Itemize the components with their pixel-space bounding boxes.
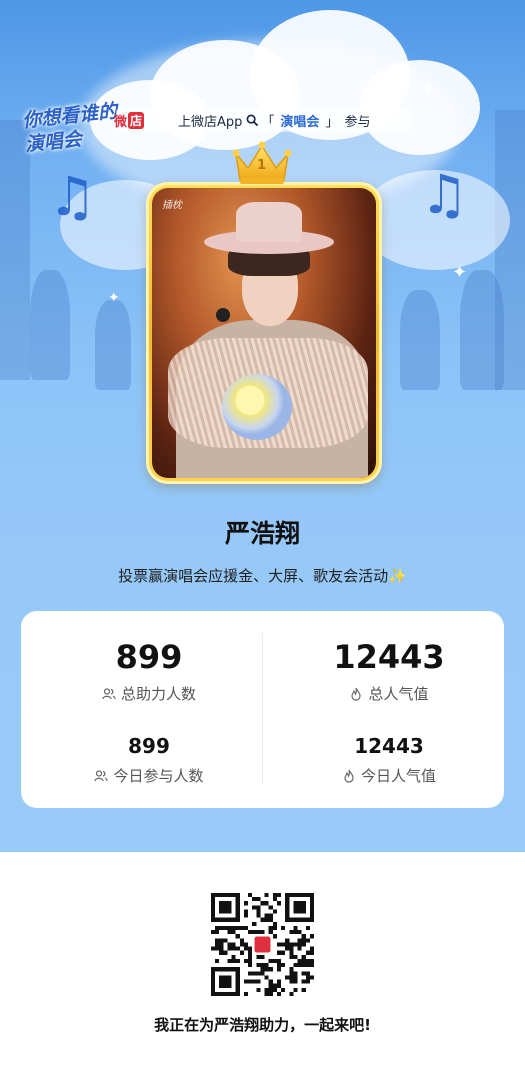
- stat-total-support-label: 总助力人数: [120, 685, 196, 703]
- stat-today-participants-label: 今日参与人数: [113, 767, 204, 785]
- photo-microphone: [216, 308, 230, 322]
- banner-keyword: 演唱会: [280, 114, 320, 130]
- banner-text: 上微店App: [178, 114, 243, 130]
- qr-code[interactable]: [211, 893, 314, 996]
- invite-text: 我正在为严浩翔助力，一起来吧!: [154, 1016, 371, 1034]
- flame-icon: [351, 687, 362, 701]
- artist-name: 严浩翔: [224, 519, 300, 548]
- banner-bracket-close: 」: [325, 114, 339, 130]
- people-icon: [94, 769, 109, 781]
- stat-total-popularity-label: 总人气值: [368, 685, 429, 703]
- event-logo: 你想看谁的演唱会: [21, 100, 119, 156]
- flame-icon: [344, 769, 354, 783]
- stats-divider: [262, 633, 263, 785]
- weidian-logo-char-2: 店: [128, 111, 145, 129]
- artist-photo-frame: 插枕: [146, 182, 382, 484]
- crown-icon: 1: [230, 140, 294, 186]
- people-icon: [102, 687, 116, 699]
- photo-flowers: [222, 374, 292, 440]
- banner-bracket-open: 「: [261, 114, 275, 130]
- stat-today-popularity-value: 12443: [354, 734, 424, 758]
- crowd-silhouette: [460, 270, 504, 390]
- stat-total-support: 899 总助力人数: [39, 637, 259, 704]
- stat-today-participants-value: 899: [128, 734, 170, 758]
- event-tagline: 投票赢演唱会应援金、大屏、歌友会活动✨: [118, 567, 407, 585]
- weidian-logo-char-1: 微: [114, 114, 128, 130]
- stat-total-popularity-value: 12443: [333, 638, 445, 676]
- stat-today-popularity: 12443 今日人气值: [279, 733, 499, 786]
- weidian-logo-icon: 微店: [114, 110, 164, 130]
- stat-total-popularity: 12443 总人气值: [279, 637, 499, 704]
- sparkle-icon: ✦: [452, 262, 468, 283]
- qr-code-image: [211, 893, 314, 996]
- music-note-icon: ♫: [420, 163, 469, 226]
- music-note-icon: ♫: [48, 165, 97, 228]
- crowd-silhouette: [30, 270, 70, 380]
- stats-card: 899 总助力人数 12443 总人气值 899 今日参与人数 12443 今日…: [21, 611, 504, 808]
- photo-hat-top: [236, 202, 302, 242]
- rank-number: 1: [257, 158, 267, 173]
- sparkle-icon: ✦: [108, 290, 120, 306]
- search-icon: [246, 114, 259, 127]
- artist-photo: 插枕: [152, 188, 376, 478]
- sparkle-icon: ✦: [420, 78, 436, 99]
- stat-total-support-value: 899: [115, 638, 183, 676]
- stat-today-participants: 899 今日参与人数: [39, 733, 259, 786]
- crowd-silhouette: [400, 290, 440, 390]
- banner-suffix: 参与: [344, 114, 371, 130]
- crowd-silhouette: [95, 300, 131, 390]
- photo-watermark: 插枕: [162, 200, 182, 211]
- weidian-banner[interactable]: 微店 上微店App 「 演唱会 」 参与: [114, 108, 412, 132]
- stat-today-popularity-label: 今日人气值: [360, 767, 436, 785]
